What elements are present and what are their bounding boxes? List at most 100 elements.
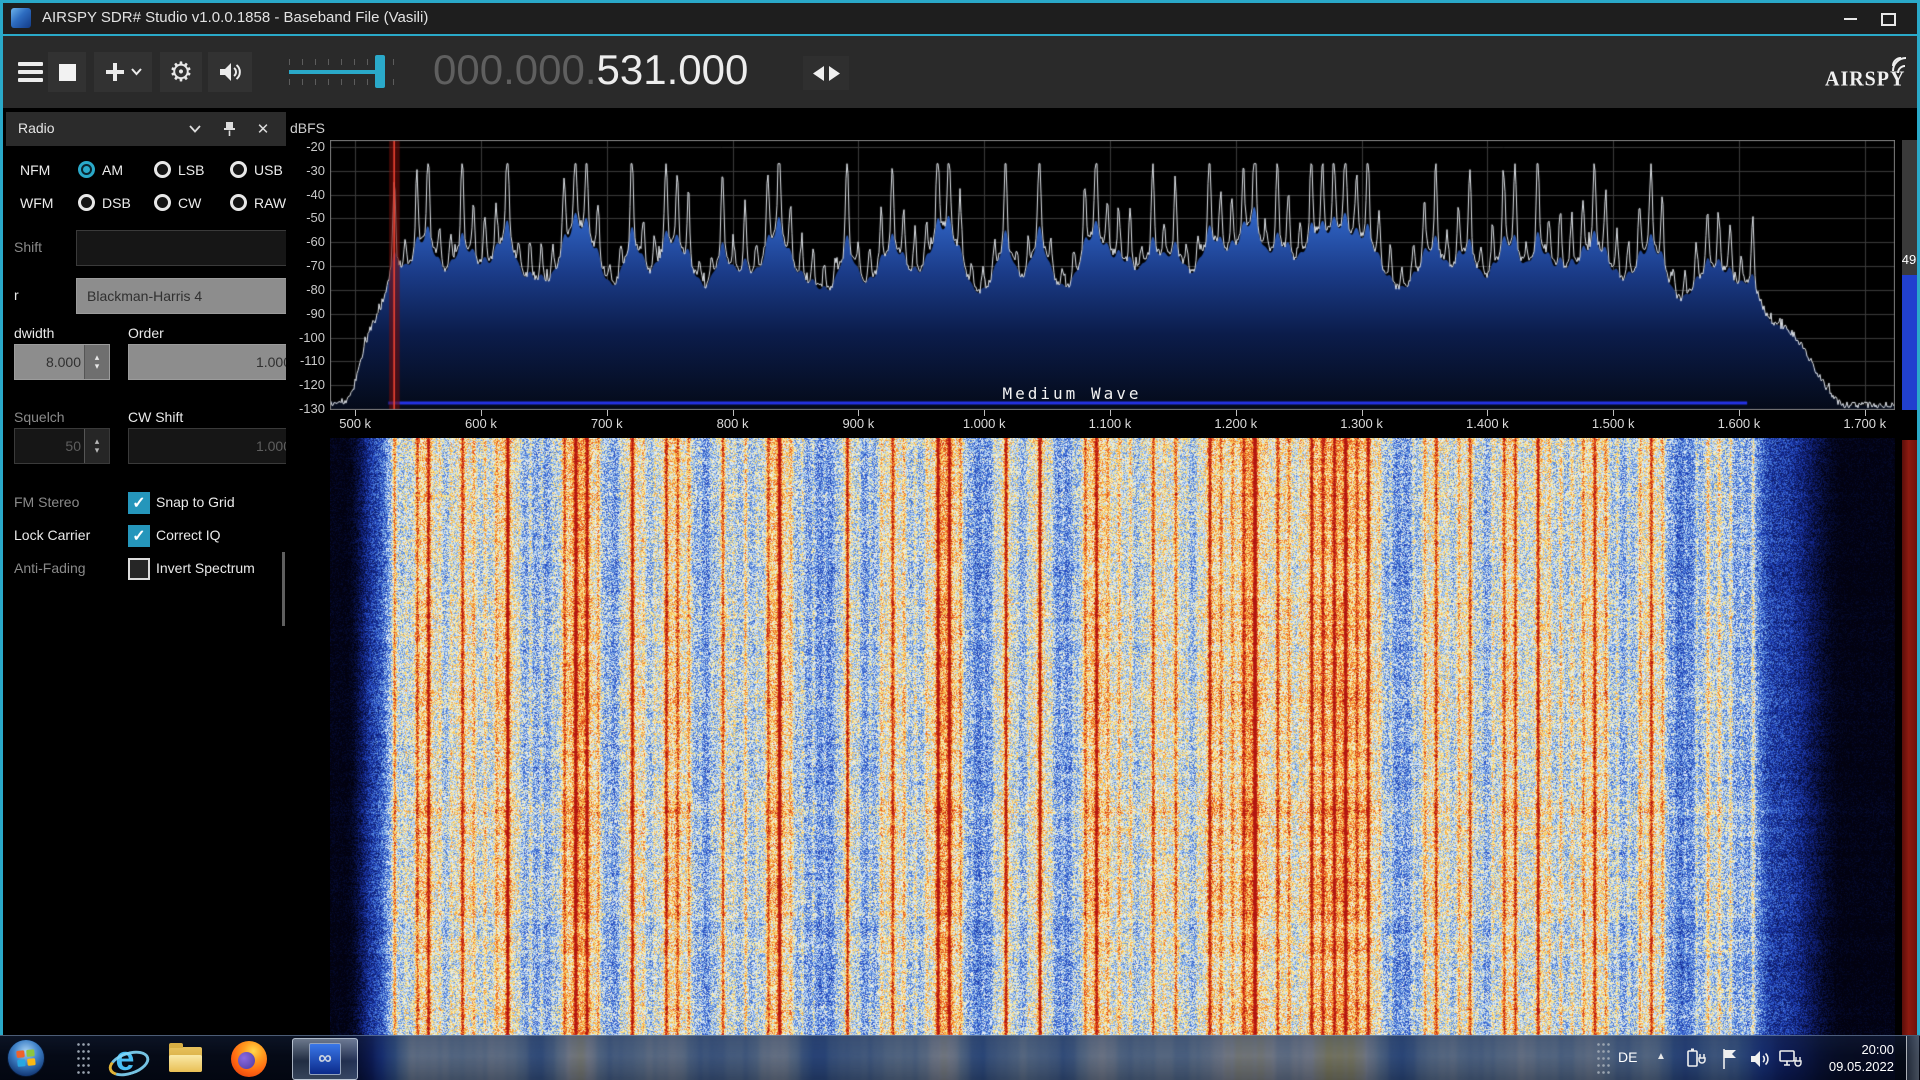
menu-button[interactable] — [14, 52, 46, 92]
volume-tick — [315, 79, 316, 85]
plus-icon — [105, 62, 125, 82]
tray-chevron-up-icon[interactable]: ▲ — [1656, 1051, 1666, 1062]
action-center-flag-icon[interactable] — [1718, 1047, 1744, 1071]
radio-panel-title: Radio — [18, 120, 55, 136]
gear-icon: ⚙ — [169, 57, 193, 88]
bandwidth-value: 8.000 — [46, 345, 81, 379]
radio-waves-icon — [1891, 52, 1917, 74]
order-value: 1.000 — [256, 345, 286, 379]
volume-tick — [328, 79, 329, 85]
volume-tick — [302, 79, 303, 85]
start-button[interactable] — [7, 1039, 45, 1077]
checkbox-label-snap-to-grid: Snap to Grid — [156, 493, 235, 512]
frequency-tick-label: 900 k — [816, 416, 900, 431]
checkbox-correct-iq[interactable]: ✓ — [128, 525, 150, 547]
tray-separator-dots[interactable] — [1596, 1041, 1610, 1076]
checkbox-snap-to-grid[interactable]: ✓ — [128, 492, 150, 514]
collapse-panel-button[interactable] — [184, 118, 206, 140]
step-left-icon[interactable] — [813, 66, 824, 81]
taskbar-clock[interactable]: 20:00 09.05.2022 — [1810, 1041, 1894, 1075]
filter-label: r — [14, 286, 19, 305]
close-panel-button[interactable]: ✕ — [252, 118, 274, 140]
maximize-button[interactable] — [1874, 7, 1902, 31]
settings-button[interactable]: ⚙ — [160, 52, 202, 92]
minimize-button[interactable] — [1836, 7, 1864, 31]
radio-panel-header[interactable]: Radio ✕ — [6, 112, 286, 146]
frequency-tick-label: 700 k — [565, 416, 649, 431]
volume-tick — [289, 79, 290, 85]
network-tray-icon[interactable] — [1778, 1047, 1804, 1071]
internet-explorer-icon[interactable]: e — [106, 1040, 144, 1078]
step-right-icon[interactable] — [829, 66, 840, 81]
spectrum-zoom-slider[interactable]: 49 — [1902, 140, 1917, 410]
sdrsharp-taskbar-button[interactable]: ∞ — [292, 1038, 358, 1080]
stop-button[interactable] — [48, 52, 86, 92]
order-label: Order — [128, 324, 164, 343]
window-border-top — [0, 0, 1920, 3]
filter-dropdown[interactable]: Blackman-Harris 4 — [76, 278, 286, 314]
mode-label-nfm: NFM — [20, 161, 50, 180]
volume-tick — [302, 59, 303, 65]
frequency-step-buttons[interactable] — [803, 56, 849, 90]
panel-scrollbar[interactable] — [282, 552, 285, 626]
bandwidth-input[interactable]: 8.000 ▴▾ — [14, 344, 110, 380]
sdrsharp-window: AIRSPY SDR# Studio v1.0.0.1858 - Baseban… — [0, 0, 1920, 1080]
squelch-label: Squelch — [14, 408, 65, 427]
mode-label-cw: CW — [178, 194, 201, 213]
bandwidth-spinner[interactable]: ▴▾ — [84, 345, 109, 379]
cw-shift-label: CW Shift — [128, 408, 183, 427]
frequency-display[interactable]: 000.000.531.000 — [433, 46, 748, 94]
squelch-input[interactable]: 50 ▴▾ — [14, 428, 110, 464]
volume-slider[interactable] — [285, 52, 411, 92]
pin-panel-button[interactable] — [218, 118, 240, 140]
mode-radio-usb[interactable] — [230, 161, 247, 178]
firefox-icon[interactable] — [230, 1040, 268, 1078]
clock-time: 20:00 — [1810, 1041, 1894, 1058]
radio-panel: Radio ✕ NFMAMLSBUSBWFMDSBCWRAW Shift 0 r… — [6, 112, 286, 690]
volume-track[interactable] — [289, 70, 381, 74]
checkbox-invert-spectrum[interactable] — [128, 558, 150, 580]
frequency-tick-label: 500 k — [313, 416, 397, 431]
add-panel-button[interactable] — [94, 52, 152, 92]
mode-radio-raw[interactable] — [230, 194, 247, 211]
app-icon — [11, 8, 31, 28]
waterfall-display[interactable] — [330, 438, 1895, 1080]
volume-tick — [393, 79, 394, 85]
language-indicator[interactable]: DE — [1618, 1049, 1637, 1065]
frequency-tick-label: 1.300 k — [1320, 416, 1404, 431]
order-input[interactable]: 1.000 — [128, 344, 286, 380]
band-plan-label: Medium Wave — [967, 384, 1177, 403]
option-label-fm-stereo: FM Stereo — [14, 493, 79, 512]
speaker-icon — [217, 59, 243, 85]
spectrum-display[interactable] — [330, 140, 1895, 410]
waterfall-contrast-slider[interactable] — [1902, 440, 1917, 1035]
cw-shift-input[interactable]: 1.000 — [128, 428, 286, 464]
shift-input[interactable]: 0 — [76, 230, 286, 266]
filter-value: Blackman-Harris 4 — [87, 288, 202, 304]
frequency-value[interactable]: 531.000 — [597, 46, 749, 93]
taskbar-separator-dots[interactable] — [76, 1041, 90, 1076]
mode-radio-dsb[interactable] — [78, 194, 95, 211]
cw-shift-value: 1.000 — [256, 429, 286, 463]
frequency-tick-label: 800 k — [691, 416, 775, 431]
mode-radio-am[interactable] — [78, 161, 95, 178]
power-tray-icon[interactable] — [1684, 1047, 1710, 1071]
spectrum-zoom-slider-fill — [1902, 275, 1917, 410]
volume-handle[interactable] — [375, 55, 385, 88]
volume-tick — [354, 59, 355, 65]
title-bar[interactable]: AIRSPY SDR# Studio v1.0.0.1858 - Baseban… — [0, 3, 1920, 36]
file-explorer-icon[interactable] — [166, 1040, 204, 1078]
show-desktop-button[interactable] — [1906, 1036, 1919, 1080]
checkbox-label-correct-iq: Correct IQ — [156, 526, 221, 545]
mode-radio-lsb[interactable] — [154, 161, 171, 178]
squelch-spinner[interactable]: ▴▾ — [84, 429, 109, 463]
toolbar: ⚙ 000.000.531.000 AIRSPY — [3, 36, 1917, 108]
mode-label-am: AM — [102, 161, 123, 180]
frequency-leading-zeros[interactable]: 000.000. — [433, 46, 597, 93]
squelch-value: 50 — [65, 429, 81, 463]
audio-button[interactable] — [208, 52, 252, 92]
shift-label: Shift — [14, 238, 42, 257]
close-icon: ✕ — [257, 120, 270, 138]
mode-radio-cw[interactable] — [154, 194, 171, 211]
volume-tray-icon[interactable] — [1748, 1047, 1774, 1071]
